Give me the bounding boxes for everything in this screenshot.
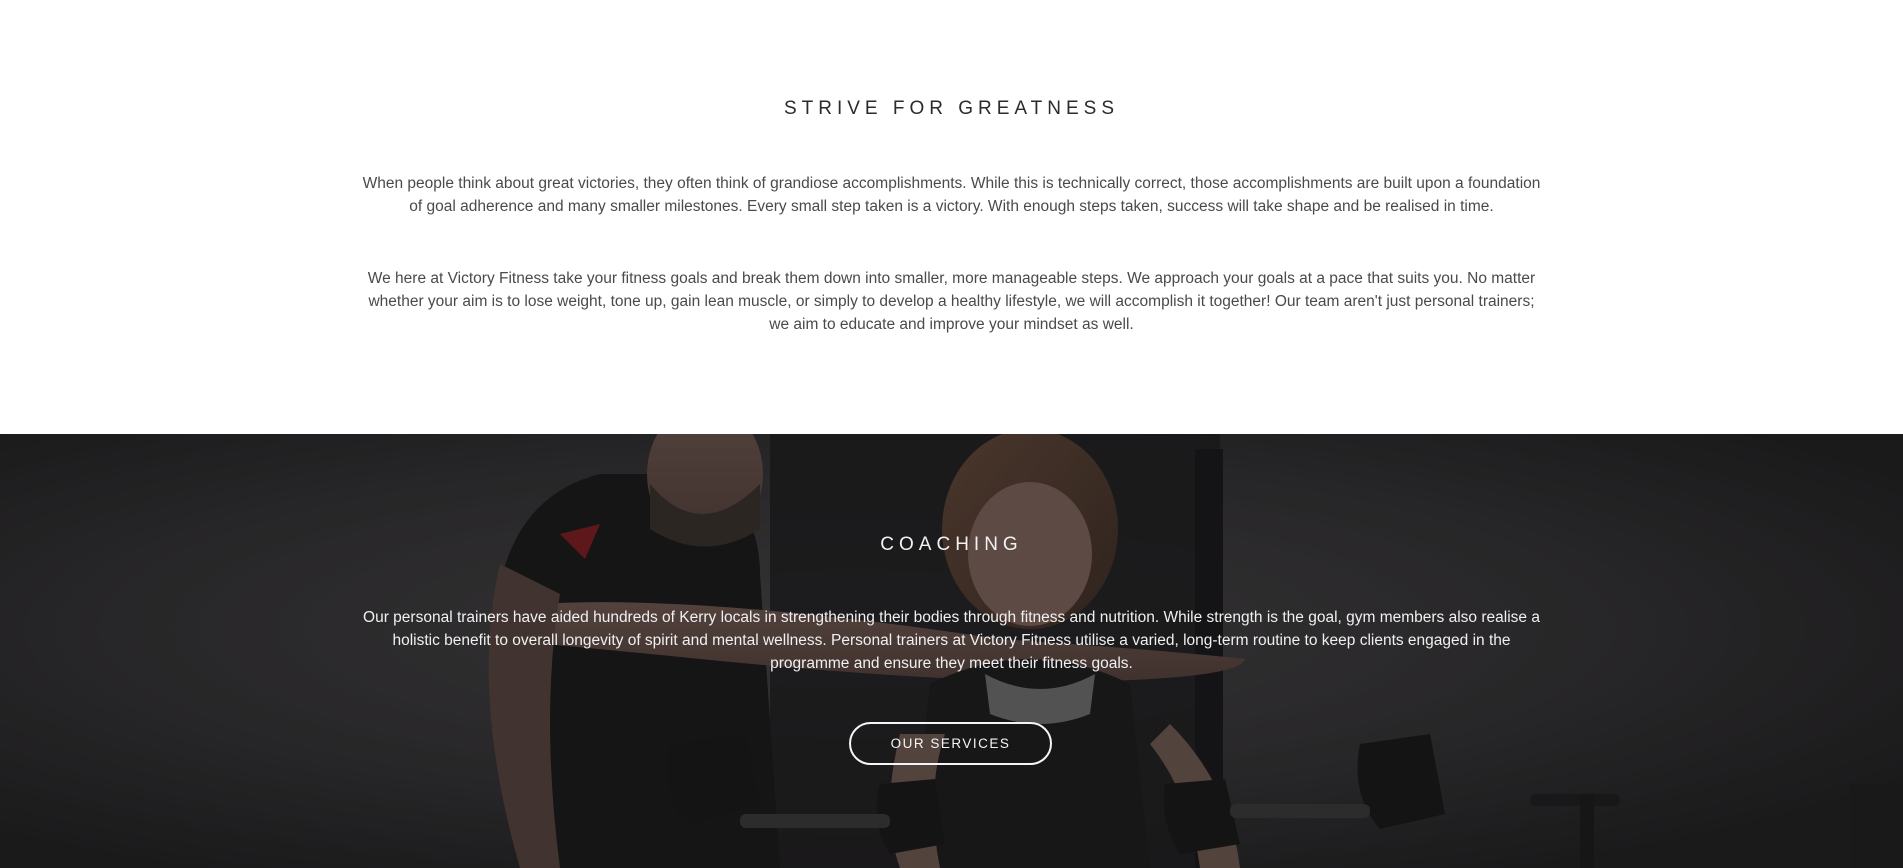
coaching-paragraph: Our personal trainers have aided hundred… xyxy=(363,609,1540,672)
intro-heading: STRIVE FOR GREATNESS xyxy=(783,98,1120,119)
coaching-heading: COACHING xyxy=(880,534,1023,555)
intro-paragraph-2: We here at Victory Fitness take your fit… xyxy=(367,270,1536,333)
our-services-button[interactable]: OUR SERVICES xyxy=(849,722,1052,765)
intro-paragraph-1: When people think about great victories,… xyxy=(362,175,1541,215)
coaching-section: COACHING Our personal trainers have aide… xyxy=(0,434,1903,868)
page: STRIVE FOR GREATNESS When people think a… xyxy=(0,0,1903,868)
intro-section: STRIVE FOR GREATNESS When people think a… xyxy=(0,0,1903,434)
